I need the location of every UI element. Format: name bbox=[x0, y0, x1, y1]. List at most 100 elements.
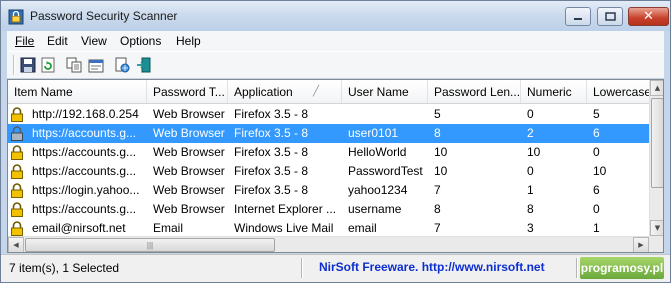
maximize-button[interactable] bbox=[597, 7, 623, 26]
scroll-right-button[interactable]: ▶ bbox=[633, 237, 649, 252]
cell-item-name: http://192.168.0.254 bbox=[32, 107, 139, 121]
vertical-scrollbar[interactable]: ▲ ▼ bbox=[649, 80, 663, 236]
cell-password-type: Web Browser bbox=[153, 126, 225, 140]
cell-user-name: user0101 bbox=[348, 126, 399, 140]
cell-item-name: https://accounts.g... bbox=[32, 164, 137, 178]
cell-password-type: Web Browser bbox=[153, 183, 225, 197]
menu-edit[interactable]: Edit bbox=[47, 34, 68, 48]
chevron-down-icon: ▼ bbox=[654, 224, 661, 232]
cell-password-length: 8 bbox=[434, 126, 441, 140]
column-header-label: Application bbox=[234, 85, 293, 99]
menu-options[interactable]: Options bbox=[120, 34, 161, 48]
cell-application: Firefox 3.5 - 8 bbox=[234, 107, 309, 121]
html-report-button[interactable] bbox=[113, 56, 131, 74]
list-header: Item Name Password T... Application ╱ Use… bbox=[8, 80, 649, 104]
cell-user-name: HelloWorld bbox=[348, 145, 407, 159]
cell-lowercase: 10 bbox=[593, 164, 607, 178]
cell-item-name: https://login.yahoo... bbox=[32, 183, 140, 197]
scroll-left-button[interactable]: ◀ bbox=[8, 237, 24, 252]
app-window: Password Security Scanner ✕ File Edit Vi… bbox=[0, 0, 671, 283]
refresh-button[interactable] bbox=[39, 56, 57, 74]
cell-password-length: 10 bbox=[434, 145, 448, 159]
status-separator bbox=[576, 258, 578, 278]
table-row[interactable]: http://192.168.0.254 Web Browser Firefox… bbox=[8, 105, 649, 124]
password-list[interactable]: Item Name Password T... Application ╱ Use… bbox=[7, 79, 664, 253]
column-header-label: Item Name bbox=[14, 85, 73, 99]
status-separator bbox=[301, 258, 303, 278]
close-button[interactable]: ✕ bbox=[628, 7, 669, 26]
cell-item-name: https://accounts.g... bbox=[32, 202, 137, 216]
cell-application: Firefox 3.5 - 8 bbox=[234, 145, 309, 159]
cell-application: Firefox 3.5 - 8 bbox=[234, 183, 309, 197]
menu-bar: File Edit View Options Help bbox=[7, 31, 664, 51]
column-header-label: Numeric bbox=[527, 85, 572, 99]
nirsoft-link[interactable]: NirSoft Freeware. http://www.nirsoft.net bbox=[319, 260, 545, 274]
lock-icon bbox=[11, 107, 23, 122]
toolbar-separator bbox=[13, 55, 15, 75]
cell-password-type: Web Browser bbox=[153, 202, 225, 216]
cell-password-type: Web Browser bbox=[153, 164, 225, 178]
column-header-password-type[interactable]: Password T... bbox=[147, 80, 228, 103]
table-row[interactable]: https://accounts.g... Web Browser Firefo… bbox=[8, 162, 649, 181]
lock-icon bbox=[11, 221, 23, 236]
horizontal-scrollbar[interactable]: ◀ ||| ▶ bbox=[8, 236, 649, 252]
cell-user-name bbox=[348, 105, 428, 124]
status-item-count: 7 item(s), 1 Selected bbox=[9, 261, 120, 275]
table-row[interactable]: https://accounts.g... Web Browser Intern… bbox=[8, 200, 649, 219]
horizontal-scroll-thumb[interactable]: ||| bbox=[25, 238, 275, 252]
table-row[interactable]: https://accounts.g... Web Browser Firefo… bbox=[8, 143, 649, 162]
table-row-selected[interactable]: https://accounts.g... Web Browser Firefo… bbox=[8, 124, 649, 143]
html-report-icon bbox=[115, 57, 130, 73]
toolbar bbox=[7, 51, 664, 78]
column-header-user-name[interactable]: User Name bbox=[342, 80, 428, 103]
save-icon bbox=[20, 57, 36, 73]
exit-button[interactable] bbox=[135, 56, 153, 74]
copy-button[interactable] bbox=[65, 56, 83, 74]
cell-password-length: 7 bbox=[434, 183, 441, 197]
lock-icon bbox=[11, 183, 23, 198]
close-icon: ✕ bbox=[643, 9, 654, 24]
scroll-up-button[interactable]: ▲ bbox=[650, 80, 663, 96]
cell-application: Internet Explorer ... bbox=[234, 202, 337, 216]
watermark-logo: programosy.pl bbox=[580, 257, 664, 279]
cell-numeric: 0 bbox=[527, 107, 534, 121]
grip-icon: ||| bbox=[146, 240, 154, 250]
chevron-up-icon: ▲ bbox=[654, 84, 661, 92]
column-header-password-length[interactable]: Password Len... bbox=[428, 80, 521, 103]
cell-application: Firefox 3.5 - 8 bbox=[234, 126, 309, 140]
cell-numeric: 2 bbox=[527, 126, 534, 140]
cell-item-name: https://accounts.g... bbox=[32, 126, 137, 140]
title-bar[interactable]: Password Security Scanner ✕ bbox=[1, 1, 670, 31]
cell-password-type: Web Browser bbox=[153, 107, 225, 121]
cell-lowercase: 6 bbox=[593, 126, 600, 140]
lock-icon bbox=[11, 145, 23, 160]
menu-file-label: File bbox=[15, 34, 35, 48]
table-row[interactable]: https://login.yahoo... Web Browser Firef… bbox=[8, 181, 649, 200]
column-header-numeric[interactable]: Numeric bbox=[521, 80, 587, 103]
lock-icon bbox=[11, 164, 23, 179]
menu-view[interactable]: View bbox=[81, 34, 107, 48]
column-header-item-name[interactable]: Item Name bbox=[8, 80, 147, 103]
window-title: Password Security Scanner bbox=[30, 9, 178, 23]
menu-file[interactable]: File bbox=[15, 34, 34, 48]
cell-password-length: 5 bbox=[434, 107, 441, 121]
maximize-icon bbox=[604, 12, 616, 21]
copy-icon bbox=[66, 57, 82, 73]
lock-icon bbox=[11, 202, 23, 217]
minimize-button[interactable] bbox=[565, 7, 591, 26]
column-header-application[interactable]: Application ╱ bbox=[228, 80, 342, 103]
save-button[interactable] bbox=[19, 56, 37, 74]
column-header-lowercase[interactable]: Lowercase bbox=[587, 80, 649, 103]
menu-help[interactable]: Help bbox=[176, 34, 201, 48]
menu-help-label: Help bbox=[176, 34, 201, 48]
sort-indicator-icon: ╱ bbox=[312, 86, 319, 97]
cell-user-name: yahoo1234 bbox=[348, 183, 408, 197]
cell-password-length: 10 bbox=[434, 164, 448, 178]
cell-password-type: Web Browser bbox=[153, 145, 225, 159]
cell-user-name: PasswordTest bbox=[348, 164, 423, 178]
cell-password-length: 8 bbox=[434, 202, 441, 216]
exit-icon bbox=[137, 57, 151, 73]
scroll-down-button[interactable]: ▼ bbox=[650, 220, 663, 236]
properties-button[interactable] bbox=[87, 56, 105, 74]
vertical-scroll-thumb[interactable] bbox=[651, 98, 663, 188]
